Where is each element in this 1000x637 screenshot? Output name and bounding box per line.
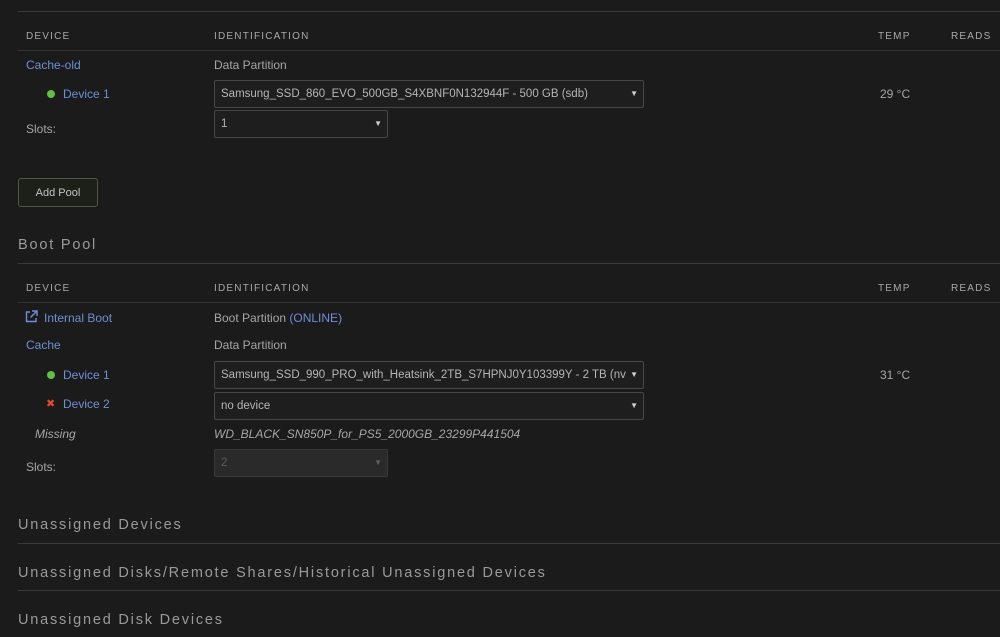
device-1-select-value: Samsung_SSD_990_PRO_with_Heatsink_2TB_S7… xyxy=(221,369,626,381)
col-device-header: DEVICE xyxy=(26,31,71,42)
device-1-temp: 31 °C xyxy=(880,368,911,382)
dropdown-arrow-icon: ▼ xyxy=(630,401,638,410)
slots-label: Slots: xyxy=(26,460,57,474)
device-1-select-value: Samsung_SSD_860_EVO_500GB_S4XBNF0N132944… xyxy=(221,88,588,100)
unassigned-devices-title: Unassigned Devices xyxy=(18,517,183,533)
device-2-link[interactable]: Device 2 xyxy=(63,397,110,411)
device-1-link[interactable]: Device 1 xyxy=(63,368,110,382)
slots-select-value: 2 xyxy=(221,457,228,469)
status-online-icon xyxy=(47,371,55,379)
partition-label: Data Partition xyxy=(214,338,287,352)
dropdown-arrow-icon: ▼ xyxy=(374,119,382,128)
boot-partition-label: Boot Partition xyxy=(214,311,287,325)
col-temp-header: TEMP xyxy=(878,31,911,42)
partition-label: Data Partition xyxy=(214,58,287,72)
boot-partition-status: Boot Partition (ONLINE) xyxy=(214,311,342,325)
col-reads-header: READS xyxy=(951,283,992,294)
external-link-icon[interactable] xyxy=(25,310,38,323)
slots-select-value: 1 xyxy=(221,118,228,130)
divider xyxy=(18,11,1000,12)
missing-device-id: WD_BLACK_SN850P_for_PS5_2000GB_23299P441… xyxy=(214,427,521,441)
divider xyxy=(18,590,1000,591)
col-identification-header: IDENTIFICATION xyxy=(214,283,310,294)
unassigned-disk-devices-title: Unassigned Disk Devices xyxy=(18,612,224,628)
dropdown-arrow-icon: ▼ xyxy=(374,458,382,467)
dropdown-arrow-icon: ▼ xyxy=(630,370,638,379)
col-reads-header: READS xyxy=(951,31,992,42)
status-missing-icon: ✖ xyxy=(46,398,56,410)
device-1-temp: 29 °C xyxy=(880,87,911,101)
dropdown-arrow-icon: ▼ xyxy=(630,89,638,98)
boot-pool-title: Boot Pool xyxy=(18,237,98,253)
divider xyxy=(18,543,1000,544)
slots-select: 2 ▼ xyxy=(214,449,388,477)
missing-label: Missing xyxy=(35,427,76,441)
status-online-icon xyxy=(47,90,55,98)
internal-boot-link[interactable]: Internal Boot xyxy=(44,311,112,325)
col-temp-header: TEMP xyxy=(878,283,911,294)
divider xyxy=(18,263,1000,264)
device-2-select-value: no device xyxy=(221,400,271,412)
slots-select[interactable]: 1 ▼ xyxy=(214,110,388,138)
device-2-select[interactable]: no device ▼ xyxy=(214,392,644,420)
unassigned-disks-title: Unassigned Disks/Remote Shares/Historica… xyxy=(18,565,547,581)
online-status: (ONLINE) xyxy=(289,311,343,325)
cache-pool-link[interactable]: Cache xyxy=(26,338,61,352)
divider xyxy=(18,50,1000,51)
device-1-link[interactable]: Device 1 xyxy=(63,87,110,101)
divider xyxy=(18,302,1000,303)
device-1-select[interactable]: Samsung_SSD_990_PRO_with_Heatsink_2TB_S7… xyxy=(214,361,644,389)
pool-name-link[interactable]: Cache-old xyxy=(26,58,81,72)
add-pool-button[interactable]: Add Pool xyxy=(18,178,98,207)
slots-label: Slots: xyxy=(26,122,57,136)
device-1-select[interactable]: Samsung_SSD_860_EVO_500GB_S4XBNF0N132944… xyxy=(214,80,644,108)
col-identification-header: IDENTIFICATION xyxy=(214,31,310,42)
col-device-header: DEVICE xyxy=(26,283,71,294)
